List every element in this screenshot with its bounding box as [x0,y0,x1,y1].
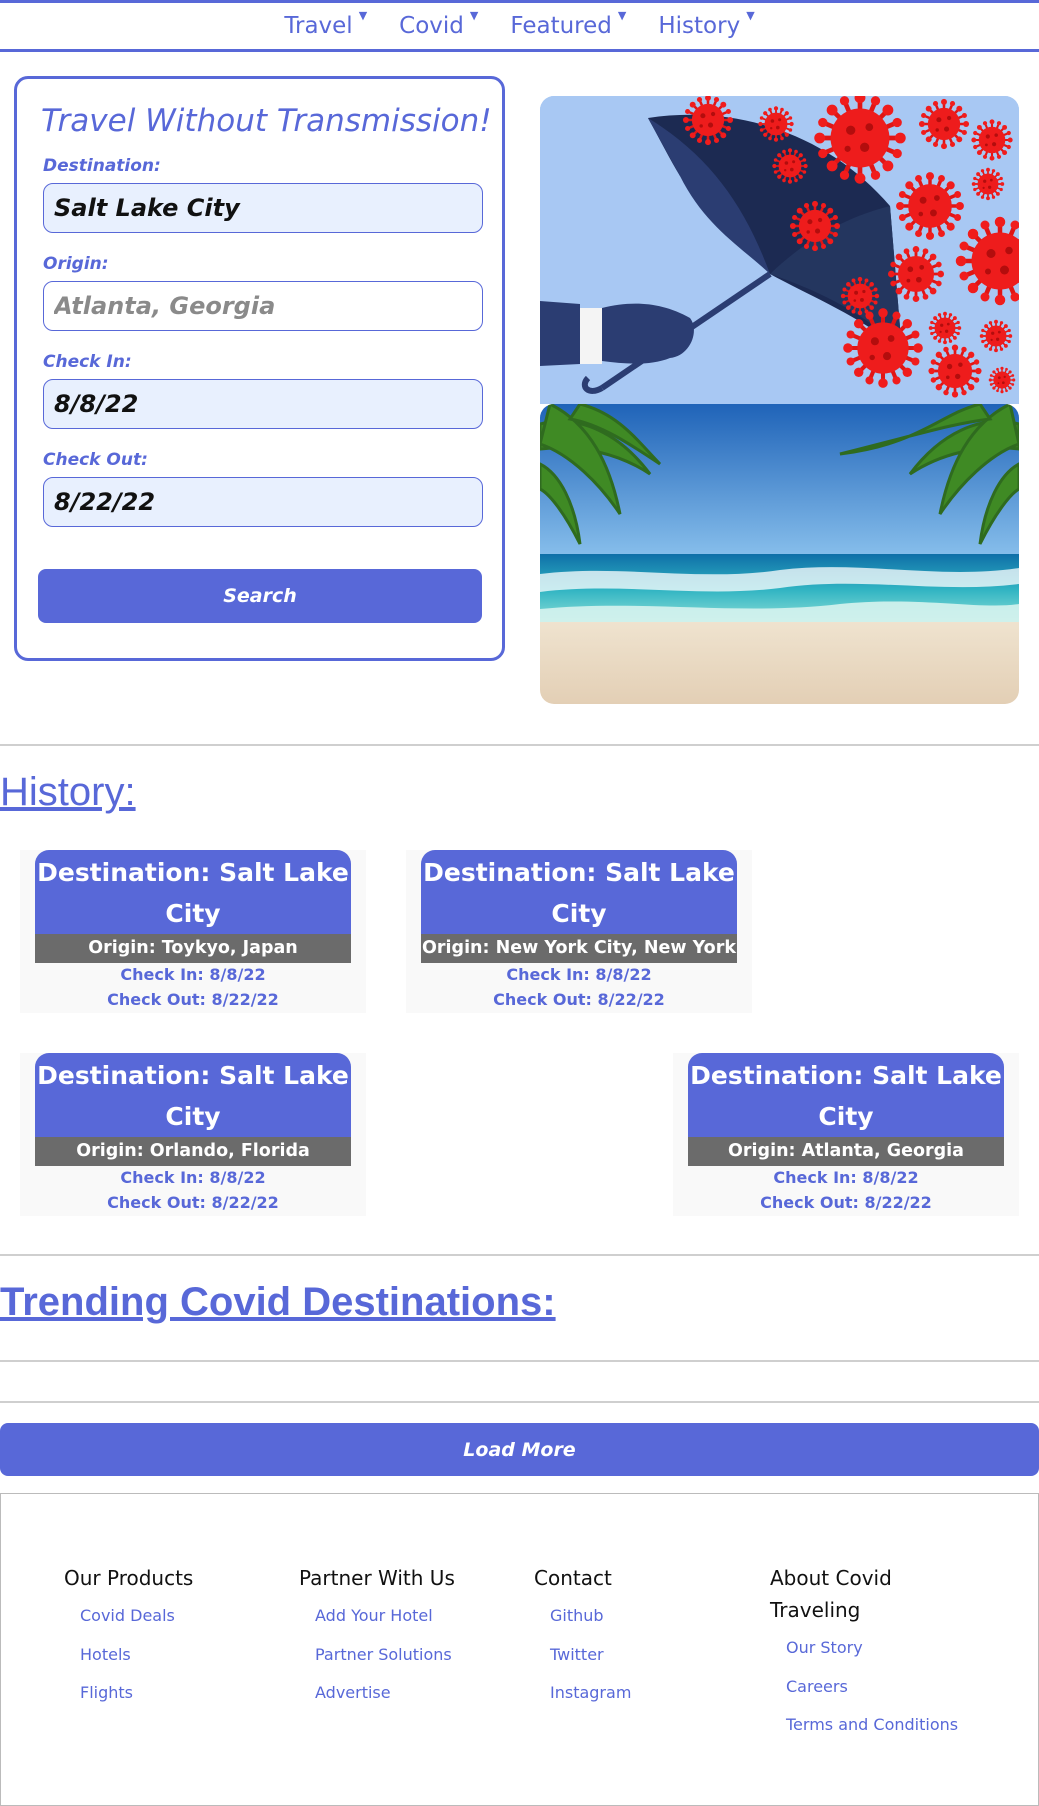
search-button[interactable]: Search [38,569,482,623]
section-divider [0,1401,1039,1403]
nav-featured-dropdown[interactable]: Featured ▼ [504,9,632,39]
footer-link-add-hotel[interactable]: Add Your Hotel [315,1597,514,1636]
footer-column-about: About Covid Traveling Our Story Careers … [770,1562,970,1745]
footer-heading: Partner With Us [299,1566,455,1590]
destination-input[interactable] [43,183,483,233]
dropdown-caret-icon: ▼ [469,9,479,22]
origin-label: Origin: [43,254,109,274]
history-card-checkout: Check Out: 8/22/22 [107,990,279,1009]
dropdown-caret-icon: ▼ [617,9,627,22]
history-card[interactable]: Destination: Salt Lake City Origin: Atla… [673,1053,1019,1216]
history-card-origin: Origin: Orlando, Florida [35,1137,351,1166]
history-card-checkin: Check In: 8/8/22 [506,965,652,984]
nav-history-label: History [658,13,741,39]
nav-featured-label: Featured [510,13,612,39]
footer-link-flights[interactable]: Flights [80,1674,279,1713]
nav-travel-dropdown[interactable]: Travel ▼ [278,9,373,39]
site-footer: Our Products Covid Deals Hotels Flights … [0,1493,1039,1806]
history-card-checkout: Check Out: 8/22/22 [107,1193,279,1212]
history-card-destination: Destination: Salt Lake City [35,1053,351,1139]
history-card-origin: Origin: Atlanta, Georgia [688,1137,1004,1166]
checkout-input[interactable] [43,477,483,527]
history-card[interactable]: Destination: Salt Lake City Origin: New … [406,850,752,1013]
history-card-destination: Destination: Salt Lake City [35,850,351,936]
footer-heading: About Covid Traveling [770,1566,892,1622]
umbrella-virus-image [540,96,1019,404]
history-card[interactable]: Destination: Salt Lake City Origin: Toyk… [20,850,366,1013]
footer-link-partner-solutions[interactable]: Partner Solutions [315,1636,514,1675]
search-card-title: Travel Without Transmission! [41,103,492,139]
footer-link-careers[interactable]: Careers [786,1668,970,1707]
nav-covid-label: Covid [399,13,464,39]
checkin-label: Check In: [43,352,132,372]
history-heading[interactable]: History: [0,770,136,815]
footer-link-terms[interactable]: Terms and Conditions [786,1706,970,1745]
top-navbar: Travel ▼ Covid ▼ Featured ▼ History ▼ [0,0,1039,52]
history-card-checkin: Check In: 8/8/22 [773,1168,919,1187]
footer-link-github[interactable]: Github [550,1597,734,1636]
footer-link-twitter[interactable]: Twitter [550,1636,734,1675]
footer-link-covid-deals[interactable]: Covid Deals [80,1597,279,1636]
footer-link-instagram[interactable]: Instagram [550,1674,734,1713]
dropdown-caret-icon: ▼ [746,9,755,22]
checkout-label: Check Out: [43,450,148,470]
history-card-origin: Origin: Toykyo, Japan [35,934,351,963]
history-card-destination: Destination: Salt Lake City [421,850,737,936]
section-divider [0,1254,1039,1256]
section-divider [0,744,1039,746]
origin-input[interactable] [43,281,483,331]
nav-history-dropdown[interactable]: History ▼ [652,9,760,39]
footer-link-hotels[interactable]: Hotels [80,1636,279,1675]
footer-heading: Contact [534,1566,612,1590]
footer-column-contact: Contact Github Twitter Instagram [534,1562,734,1713]
beach-illustration [540,404,1019,704]
history-card-origin: Origin: New York City, New York [421,934,737,963]
history-card-destination: Destination: Salt Lake City [688,1053,1004,1139]
nav-travel-label: Travel [284,13,353,39]
beach-image [540,404,1019,704]
load-more-button[interactable]: Load More [0,1423,1039,1476]
footer-heading: Our Products [64,1566,194,1590]
destination-label: Destination: [43,156,161,176]
travel-search-form: Travel Without Transmission! Destination… [14,76,505,661]
history-card-checkin: Check In: 8/8/22 [120,1168,266,1187]
trending-heading[interactable]: Trending Covid Destinations: [0,1280,556,1325]
footer-column-products: Our Products Covid Deals Hotels Flights [64,1562,279,1713]
umbrella-virus-illustration [540,96,1019,404]
history-card[interactable]: Destination: Salt Lake City Origin: Orla… [20,1053,366,1216]
footer-link-our-story[interactable]: Our Story [786,1629,970,1668]
footer-link-advertise[interactable]: Advertise [315,1674,514,1713]
history-card-checkout: Check Out: 8/22/22 [760,1193,932,1212]
section-divider [0,1360,1039,1362]
checkin-input[interactable] [43,379,483,429]
footer-column-partner: Partner With Us Add Your Hotel Partner S… [299,1562,514,1713]
nav-covid-dropdown[interactable]: Covid ▼ [393,9,484,39]
dropdown-caret-icon: ▼ [358,9,368,22]
history-card-checkin: Check In: 8/8/22 [120,965,266,984]
history-card-checkout: Check Out: 8/22/22 [493,990,665,1009]
